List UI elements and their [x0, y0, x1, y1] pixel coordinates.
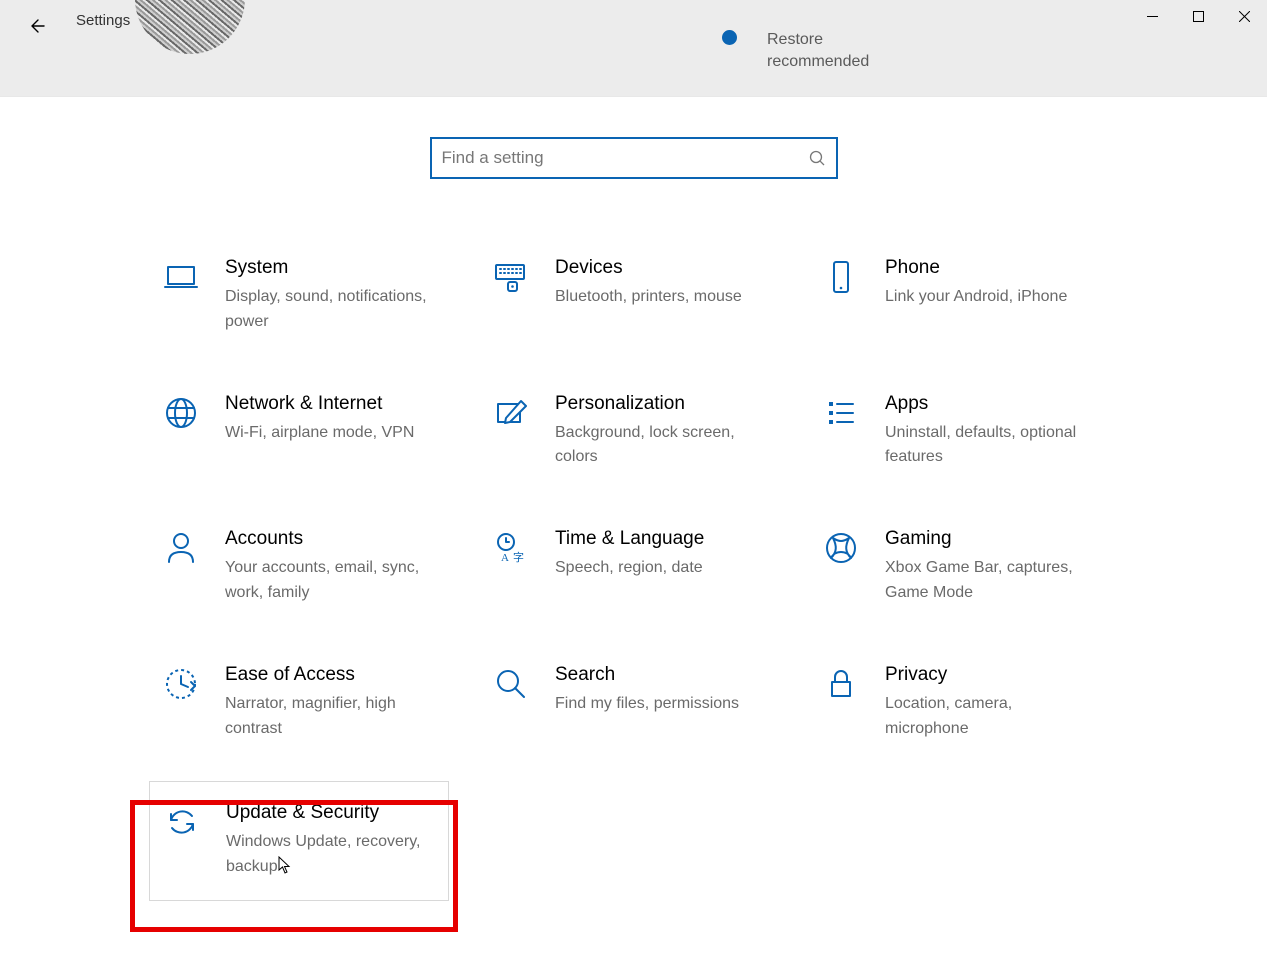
arrow-left-icon	[27, 17, 45, 35]
tile-title: Phone	[885, 257, 1067, 279]
tile-text: Search Find my files, permissions	[555, 664, 739, 717]
tile-title: Accounts	[225, 528, 435, 550]
tile-accounts[interactable]: Accounts Your accounts, email, sync, work…	[155, 520, 485, 614]
sync-icon	[162, 802, 202, 842]
tile-text: Ease of Access Narrator, magnifier, high …	[225, 664, 435, 742]
tile-text: Apps Uninstall, defaults, optional featur…	[885, 393, 1095, 471]
tile-update[interactable]: Update & Security Windows Update, recover…	[149, 781, 449, 901]
tile-title: Devices	[555, 257, 742, 279]
tile-text: Phone Link your Android, iPhone	[885, 257, 1067, 310]
tile-apps[interactable]: Apps Uninstall, defaults, optional featur…	[815, 385, 1145, 479]
tile-privacy[interactable]: Privacy Location, camera, microphone	[815, 656, 1145, 750]
tile-desc: Xbox Game Bar, captures, Game Mode	[885, 556, 1095, 606]
ease-icon	[161, 664, 201, 704]
tile-desc: Speech, region, date	[555, 556, 704, 581]
tile-personalization[interactable]: Personalization Background, lock screen, …	[485, 385, 815, 479]
tile-desc: Uninstall, defaults, optional features	[885, 421, 1095, 471]
tile-system[interactable]: System Display, sound, notifications, pow…	[155, 249, 485, 343]
tile-desc: Bluetooth, printers, mouse	[555, 285, 742, 310]
tile-text: Time & Language Speech, region, date	[555, 528, 704, 581]
xbox-icon	[821, 528, 861, 568]
tile-desc: Windows Update, recovery, backup	[226, 830, 436, 880]
pen-icon	[491, 393, 531, 433]
tile-title: Gaming	[885, 528, 1095, 550]
tile-text: Personalization Background, lock screen, …	[555, 393, 765, 471]
toggle-fragment[interactable]	[695, 26, 739, 48]
tile-devices[interactable]: Devices Bluetooth, printers, mouse	[485, 249, 815, 343]
search-row	[0, 137, 1267, 179]
tile-title: Personalization	[555, 393, 765, 415]
window-controls	[1129, 0, 1267, 32]
tile-title: Network & Internet	[225, 393, 414, 415]
minimize-icon	[1147, 11, 1158, 22]
avatar-fragment	[135, 0, 245, 55]
list-icon	[821, 393, 861, 433]
tile-desc: Link your Android, iPhone	[885, 285, 1067, 310]
tile-text: Devices Bluetooth, printers, mouse	[555, 257, 742, 310]
tile-title: Privacy	[885, 664, 1095, 686]
tile-desc: Find my files, permissions	[555, 692, 739, 717]
tile-text: System Display, sound, notifications, pow…	[225, 257, 435, 335]
settings-grid: System Display, sound, notifications, pow…	[155, 249, 1145, 901]
tile-text: Network & Internet Wi-Fi, airplane mode, …	[225, 393, 414, 446]
tile-text: Privacy Location, camera, microphone	[885, 664, 1095, 742]
search-box[interactable]	[430, 137, 838, 179]
laptop-icon	[161, 257, 201, 297]
back-button[interactable]	[24, 14, 48, 38]
tile-ease[interactable]: Ease of Access Narrator, magnifier, high …	[155, 656, 485, 750]
tile-desc: Narrator, magnifier, high contrast	[225, 692, 435, 742]
window-title: Settings	[76, 12, 130, 29]
clock-lang-icon: A字	[491, 528, 531, 568]
person-icon	[161, 528, 201, 568]
restore-recommended-line2: recommended	[767, 52, 869, 72]
globe-icon	[161, 393, 201, 433]
tile-desc: Your accounts, email, sync, work, family	[225, 556, 435, 606]
tile-phone[interactable]: Phone Link your Android, iPhone	[815, 249, 1145, 343]
toggle-dot-icon	[722, 30, 737, 45]
tile-title: Time & Language	[555, 528, 704, 550]
keyboard-icon	[491, 257, 531, 297]
tile-title: Update & Security	[226, 802, 436, 824]
search-icon	[808, 149, 826, 167]
maximize-icon	[1193, 11, 1204, 22]
titlebar: Settings recommended Restore	[0, 0, 1267, 97]
maximize-button[interactable]	[1175, 0, 1221, 32]
svg-text:A: A	[501, 552, 509, 564]
tile-gaming[interactable]: Gaming Xbox Game Bar, captures, Game Mode	[815, 520, 1145, 614]
tile-title: Search	[555, 664, 739, 686]
phone-icon	[821, 257, 861, 297]
tile-title: Apps	[885, 393, 1095, 415]
minimize-button[interactable]	[1129, 0, 1175, 32]
tile-desc: Background, lock screen, colors	[555, 421, 765, 471]
search-big-icon	[491, 664, 531, 704]
close-icon	[1239, 11, 1250, 22]
tile-text: Update & Security Windows Update, recover…	[226, 802, 436, 880]
close-button[interactable]	[1221, 0, 1267, 32]
tile-time[interactable]: A字 Time & Language Speech, region, date	[485, 520, 815, 614]
tile-network[interactable]: Network & Internet Wi-Fi, airplane mode, …	[155, 385, 485, 479]
tile-text: Accounts Your accounts, email, sync, work…	[225, 528, 435, 606]
search-input[interactable]	[442, 148, 808, 168]
tile-title: Ease of Access	[225, 664, 435, 686]
tile-find[interactable]: Search Find my files, permissions	[485, 656, 815, 750]
tile-desc: Display, sound, notifications, power	[225, 285, 435, 335]
tile-text: Gaming Xbox Game Bar, captures, Game Mode	[885, 528, 1095, 606]
tile-desc: Location, camera, microphone	[885, 692, 1095, 742]
tile-desc: Wi-Fi, airplane mode, VPN	[225, 421, 414, 446]
restore-recommended-line1: Restore	[767, 30, 823, 50]
svg-text:字: 字	[513, 550, 524, 564]
tile-title: System	[225, 257, 435, 279]
lock-icon	[821, 664, 861, 704]
